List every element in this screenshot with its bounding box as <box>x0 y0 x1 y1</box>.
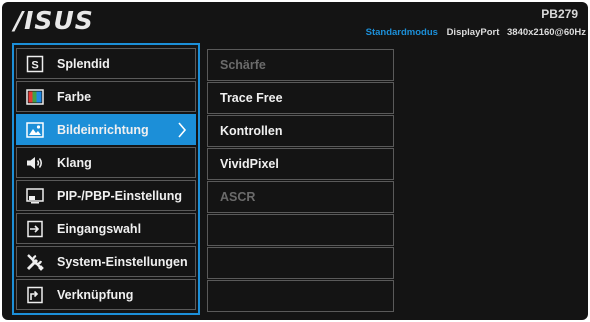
menu-item-label: Bildeinrichtung <box>57 122 149 137</box>
submenu-empty-slot <box>207 214 394 246</box>
submenu-item-kontrollen[interactable]: Kontrollen <box>207 115 394 147</box>
submenu-empty-slot <box>207 247 394 279</box>
submenu-item-vividpixel[interactable]: VividPixel <box>207 148 394 180</box>
submenu-item-schaerfe[interactable]: Schärfe <box>207 49 394 81</box>
menu-item-bildeinrichtung[interactable]: Bildeinrichtung <box>16 114 196 145</box>
menu-item-system-einstellungen[interactable]: System-Einstellungen <box>16 246 196 277</box>
menu-item-label: Splendid <box>57 56 110 71</box>
menu-item-label: Eingangswahl <box>57 221 142 236</box>
menu-item-farbe[interactable]: Farbe <box>16 81 196 112</box>
main-menu: S Splendid Farbe Bildeinrichtung Klang P… <box>12 43 200 315</box>
image-icon <box>25 120 45 140</box>
menu-item-label: System-Einstellungen <box>57 254 188 269</box>
menu-item-label: Verknüpfung <box>57 287 134 302</box>
shortcut-icon <box>25 285 45 305</box>
submenu-empty-slot <box>207 280 394 312</box>
pip-icon <box>25 186 45 206</box>
asus-logo: /ISUS <box>14 6 94 35</box>
submenu-item-ascr[interactable]: ASCR <box>207 181 394 213</box>
menu-item-eingangswahl[interactable]: Eingangswahl <box>16 213 196 244</box>
status-resolution: 3840x2160@60Hz <box>507 27 586 38</box>
menu-item-splendid[interactable]: S Splendid <box>16 48 196 79</box>
menu-item-klang[interactable]: Klang <box>16 147 196 178</box>
chevron-right-icon <box>177 122 187 141</box>
model-name: PB279 <box>541 7 578 21</box>
status-bar: Standardmodus DisplayPort 3840x2160@60Hz <box>366 27 586 38</box>
color-bars-icon <box>25 87 45 107</box>
speaker-icon <box>25 153 45 173</box>
menu-item-label: Klang <box>57 155 92 170</box>
splendid-s-icon: S <box>25 54 45 74</box>
status-input: DisplayPort <box>446 27 500 38</box>
tools-icon <box>25 252 45 272</box>
menu-item-pip-pbp[interactable]: PIP-/PBP-Einstellung <box>16 180 196 211</box>
menu-item-verknuepfung[interactable]: Verknüpfung <box>16 279 196 310</box>
status-mode: Standardmodus <box>365 27 438 38</box>
menu-item-label: Farbe <box>57 89 92 104</box>
input-icon <box>25 219 45 239</box>
menu-item-label: PIP-/PBP-Einstellung <box>57 188 183 203</box>
svg-text:S: S <box>31 59 38 71</box>
submenu: Schärfe Trace Free Kontrollen VividPixel… <box>207 49 394 316</box>
submenu-item-trace-free[interactable]: Trace Free <box>207 82 394 114</box>
